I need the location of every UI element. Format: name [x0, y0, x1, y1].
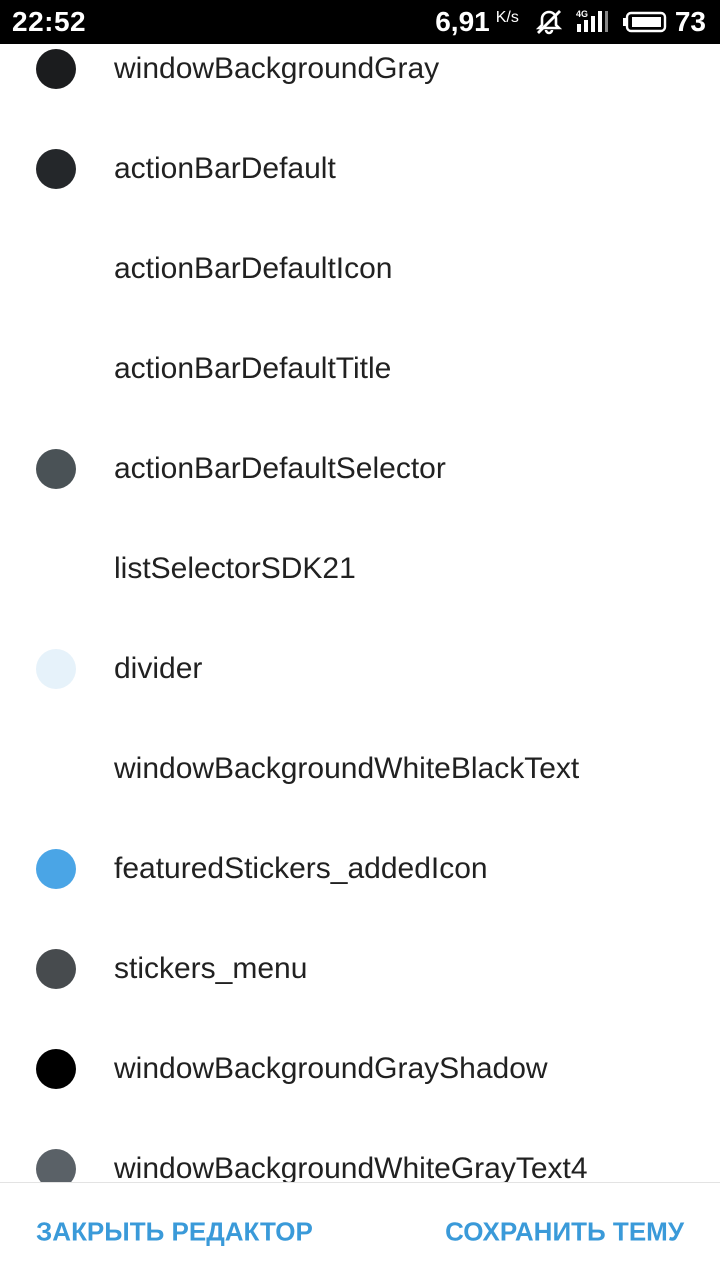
status-bar: 22:52 6,91 K/s 4G 73	[0, 0, 720, 44]
save-theme-button[interactable]: СОХРАНИТЬ ТЕМУ	[445, 1216, 684, 1247]
color-swatch	[36, 1149, 76, 1182]
theme-item-row[interactable]: listSelectorSDK21	[0, 519, 720, 619]
color-swatch	[36, 49, 76, 89]
svg-text:4G: 4G	[576, 9, 588, 19]
theme-item-row[interactable]: windowBackgroundWhiteBlackText	[0, 719, 720, 819]
theme-item-row[interactable]: actionBarDefaultTitle	[0, 319, 720, 419]
close-editor-button[interactable]: ЗАКРЫТЬ РЕДАКТОР	[36, 1216, 313, 1247]
theme-item-label: divider	[114, 652, 203, 685]
theme-item-label: windowBackgroundGray	[114, 52, 440, 85]
battery-level: 73	[674, 6, 706, 37]
theme-item-row[interactable]: stickers_menu	[0, 919, 720, 1019]
theme-item-label: windowBackgroundWhiteBlackText	[114, 752, 580, 785]
color-swatch	[36, 649, 76, 689]
network-speed: 6,91	[435, 6, 490, 37]
theme-item-label: actionBarDefaultIcon	[114, 252, 393, 285]
theme-item-row[interactable]: actionBarDefaultIcon	[0, 219, 720, 319]
theme-item-label: actionBarDefaultSelector	[114, 452, 446, 485]
theme-item-label: stickers_menu	[114, 952, 308, 985]
theme-item-label: featuredStickers_addedIcon	[114, 852, 488, 885]
status-right-group: 6,91 K/s 4G 73	[435, 6, 706, 38]
theme-item-label: actionBarDefault	[114, 152, 336, 185]
color-swatch	[36, 1049, 76, 1089]
color-swatch	[36, 849, 76, 889]
notifications-muted-icon	[535, 8, 563, 36]
theme-item-row[interactable]: windowBackgroundGrayShadow	[0, 1019, 720, 1119]
editor-footer: ЗАКРЫТЬ РЕДАКТОР СОХРАНИТЬ ТЕМУ	[0, 1182, 720, 1280]
theme-item-row[interactable]: featuredStickers_addedIcon	[0, 819, 720, 919]
theme-item-label: windowBackgroundWhiteGrayText4	[114, 1152, 588, 1182]
theme-item-row[interactable]: actionBarDefaultSelector	[0, 419, 720, 519]
signal-4g-icon: 4G	[575, 8, 609, 36]
theme-color-list-inner: windowBackgroundGray actionBarDefault acti…	[0, 44, 720, 1182]
theme-item-row[interactable]: divider	[0, 619, 720, 719]
theme-item-label: listSelectorSDK21	[114, 552, 356, 585]
theme-item-label: actionBarDefaultTitle	[114, 352, 392, 385]
network-speed-unit: K/s	[495, 9, 519, 26]
battery-icon	[622, 10, 667, 34]
color-swatch	[36, 449, 76, 489]
theme-color-list[interactable]: windowBackgroundGray actionBarDefault acti…	[0, 44, 720, 1182]
theme-item-row[interactable]: windowBackgroundGray	[0, 44, 720, 119]
color-swatch	[36, 149, 76, 189]
status-time: 22:52	[12, 6, 87, 37]
theme-item-row[interactable]: actionBarDefault	[0, 119, 720, 219]
theme-item-row[interactable]: windowBackgroundWhiteGrayText4	[0, 1119, 720, 1182]
color-swatch	[36, 949, 76, 989]
theme-item-label: windowBackgroundGrayShadow	[114, 1052, 548, 1085]
